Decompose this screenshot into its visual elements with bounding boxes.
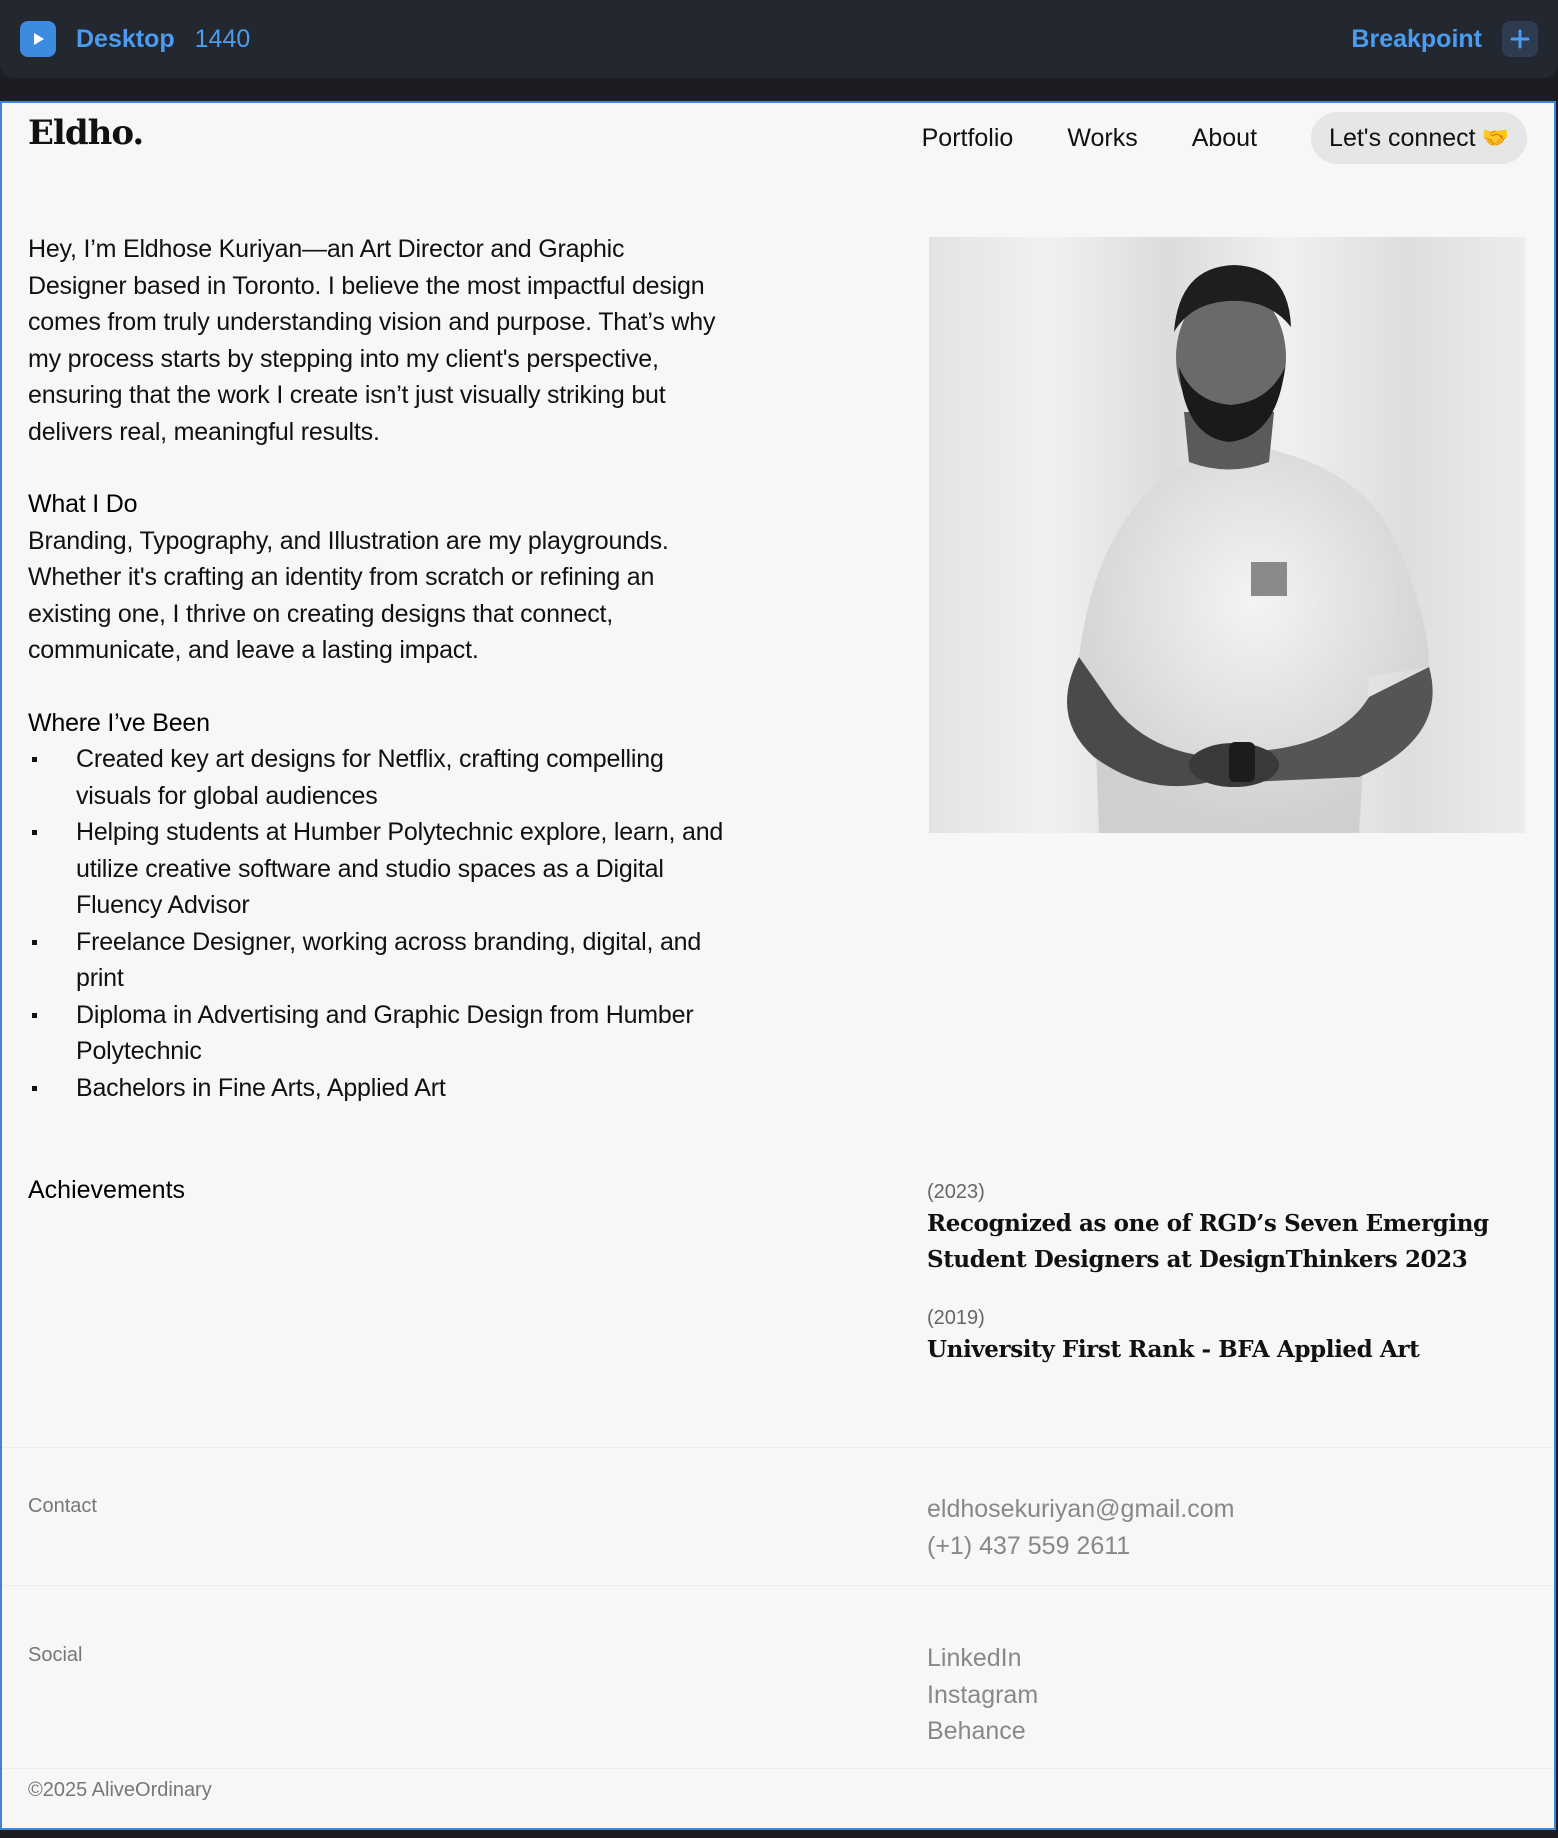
experience-list: Created key art designs for Netflix, cra… [28, 741, 728, 1106]
list-item: Helping students at Humber Polytechnic e… [28, 814, 728, 924]
phone-link[interactable]: (+1) 437 559 2611 [927, 1528, 1234, 1565]
handshake-icon: 🤝 [1481, 125, 1509, 150]
preview-button[interactable] [20, 21, 56, 57]
section-divider [2, 1585, 1554, 1586]
add-breakpoint-label[interactable]: Breakpoint [1351, 25, 1482, 54]
nav-link-portfolio[interactable]: Portfolio [922, 124, 1014, 153]
portrait-illustration [1067, 265, 1433, 833]
what-i-do-heading: What I Do [28, 490, 138, 518]
achievement-item: (2019) University First Rank - BFA Appli… [927, 1304, 1527, 1368]
achievements-heading: Achievements [28, 1176, 186, 1204]
copyright-text: ©2025 AliveOrdinary [28, 1779, 212, 1801]
achievement-year: (2023) [927, 1181, 985, 1203]
achievement-text: Recognized as one of RGD’s Seven Emergin… [927, 1210, 1489, 1273]
section-divider [2, 1768, 1554, 1769]
social-links: LinkedIn Instagram Behance [927, 1640, 1038, 1750]
nav-link-works[interactable]: Works [1067, 124, 1137, 153]
email-link[interactable]: eldhosekuriyan@gmail.com [927, 1491, 1234, 1528]
play-icon [34, 33, 44, 45]
achievement-item: (2023) Recognized as one of RGD’s Seven … [927, 1178, 1527, 1278]
site-nav: Portfolio Works About Let's connect 🤝 [922, 112, 1527, 164]
site-logo[interactable]: Eldho. [28, 113, 144, 153]
bio-section: Hey, I’m Eldhose Kuriyan—an Art Director… [28, 231, 728, 1106]
contact-label: Contact [28, 1495, 97, 1517]
where-ive-been-heading: Where I’ve Been [28, 708, 210, 737]
portrait-photo [929, 237, 1525, 833]
bio-intro: Hey, I’m Eldhose Kuriyan—an Art Director… [28, 235, 716, 446]
achievements-list: (2023) Recognized as one of RGD’s Seven … [927, 1178, 1527, 1394]
list-item: Created key art designs for Netflix, cra… [28, 741, 728, 814]
breakpoint-width: 1440 [194, 24, 251, 53]
social-label: Social [28, 1644, 83, 1666]
section-divider [2, 1447, 1554, 1448]
nav-link-about[interactable]: About [1192, 124, 1257, 153]
achievement-year: (2019) [927, 1307, 985, 1329]
what-i-do-text: Branding, Typography, and Illustration a… [28, 526, 669, 665]
connect-button-label: Let's connect [1329, 123, 1476, 152]
linkedin-link[interactable]: LinkedIn [927, 1640, 1038, 1677]
list-item: Diploma in Advertising and Graphic Desig… [28, 997, 728, 1070]
editor-toolbar: Desktop 1440 Breakpoint [0, 0, 1558, 78]
list-item: Freelance Designer, working across brand… [28, 924, 728, 997]
breakpoint-name[interactable]: Desktop [76, 25, 175, 54]
achievement-text: University First Rank - BFA Applied Art [927, 1336, 1420, 1363]
connect-button[interactable]: Let's connect 🤝 [1311, 112, 1527, 164]
list-item: Bachelors in Fine Arts, Applied Art [28, 1070, 728, 1107]
add-breakpoint-button[interactable] [1502, 21, 1538, 57]
behance-link[interactable]: Behance [927, 1713, 1038, 1750]
contact-links: eldhosekuriyan@gmail.com (+1) 437 559 26… [927, 1491, 1234, 1564]
plus-icon [1510, 29, 1530, 49]
canvas-frame: Eldho. Portfolio Works About Let's conne… [0, 101, 1556, 1830]
instagram-link[interactable]: Instagram [927, 1677, 1038, 1714]
